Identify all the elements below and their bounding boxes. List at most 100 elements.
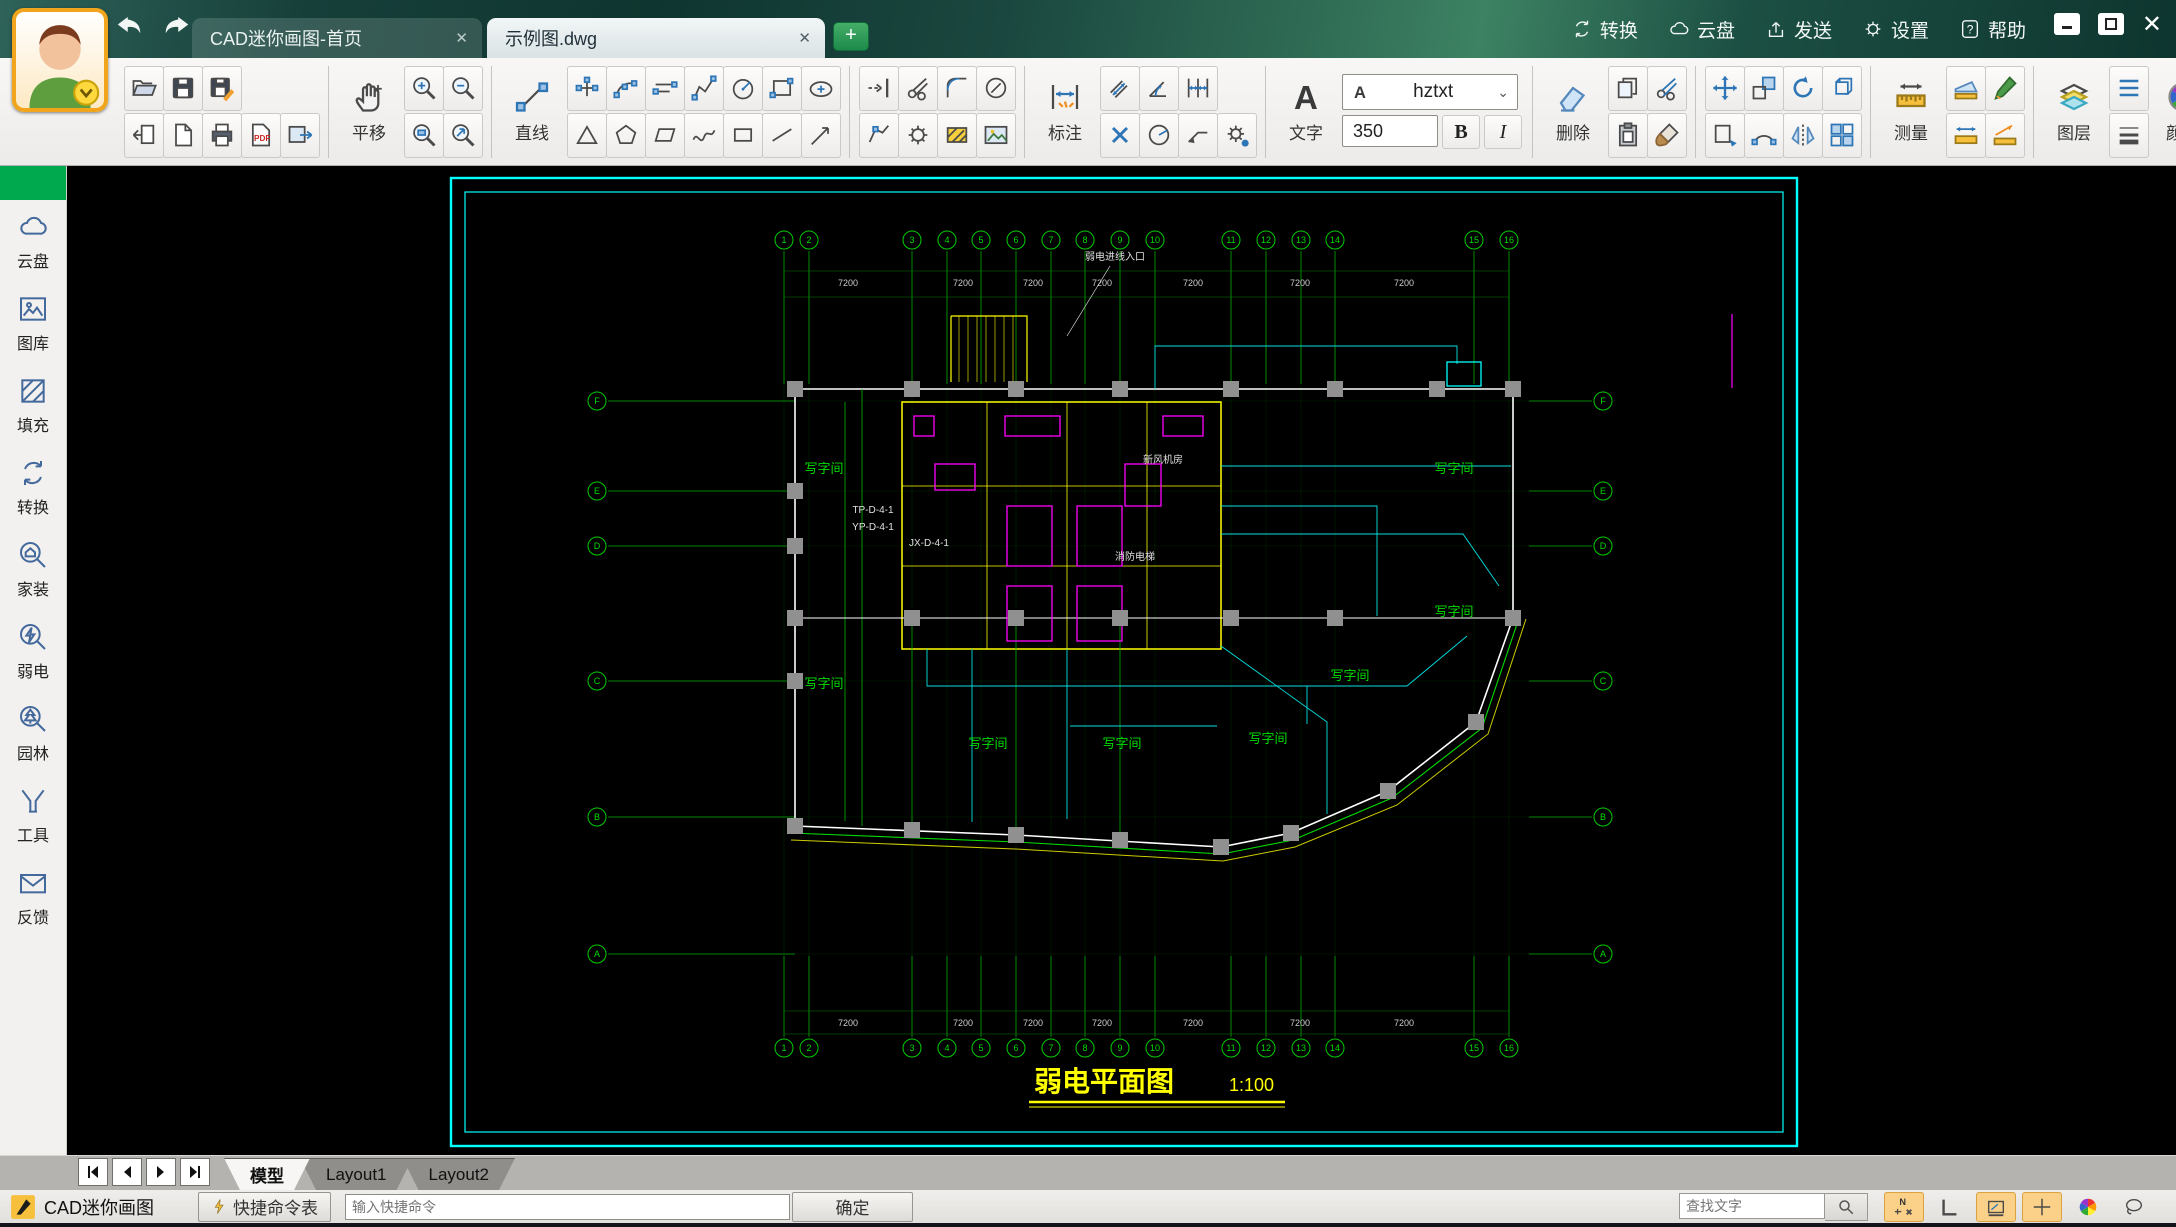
tool-erase-button[interactable]: 删除 bbox=[1542, 65, 1604, 159]
tool-cut-button[interactable] bbox=[1647, 66, 1687, 111]
tool-rect-plain-button[interactable] bbox=[723, 113, 763, 158]
tool-linetype-button[interactable] bbox=[2109, 66, 2149, 111]
tool-break-button[interactable] bbox=[976, 66, 1016, 111]
back-icon[interactable] bbox=[112, 12, 146, 42]
tool-circle-button[interactable] bbox=[723, 66, 763, 111]
search-text-input[interactable] bbox=[1679, 1193, 1825, 1219]
tool-format-brush-button[interactable] bbox=[1647, 113, 1687, 158]
menu-item-gear[interactable]: 设置 bbox=[1862, 16, 1929, 43]
command-input[interactable] bbox=[345, 1194, 790, 1220]
tool-dim-button[interactable]: 标注 bbox=[1034, 65, 1096, 159]
tool-mirror-3d-button[interactable] bbox=[1783, 113, 1823, 158]
tool-save-as-button[interactable] bbox=[202, 66, 242, 111]
tool-move-button[interactable] bbox=[1705, 66, 1745, 111]
last-sheet-icon[interactable] bbox=[180, 1158, 210, 1186]
tool-measure-length-button[interactable] bbox=[1946, 113, 1986, 158]
tool-zoom-out-button[interactable] bbox=[443, 66, 483, 111]
tab-home[interactable]: CAD迷你画图-首页 ✕ bbox=[192, 18, 482, 58]
shortcut-command-button[interactable]: 快捷命令表 bbox=[198, 1192, 331, 1222]
sheet-tab-0[interactable]: 模型 bbox=[224, 1158, 310, 1190]
sidebar-item-gallery[interactable]: 图库 bbox=[0, 282, 66, 364]
tool-polyline-button[interactable] bbox=[684, 66, 724, 111]
tool-dim-radius-button[interactable] bbox=[1139, 113, 1179, 158]
menu-item-help[interactable]: ?帮助 bbox=[1959, 16, 2026, 43]
tool-print-button[interactable] bbox=[202, 113, 242, 158]
tool-measure-button[interactable]: 测量 bbox=[1880, 65, 1942, 159]
tool-new-doc-button[interactable] bbox=[163, 113, 203, 158]
tool-fillet-button[interactable] bbox=[937, 66, 977, 111]
tool-zoom-extents-button[interactable] bbox=[443, 113, 483, 158]
tool-arc-edit-button[interactable] bbox=[1744, 113, 1784, 158]
tool-save-button[interactable] bbox=[163, 66, 203, 111]
font-family-select[interactable]: Ahztxt⌄ bbox=[1342, 74, 1518, 110]
tool-export-image-button[interactable] bbox=[280, 113, 320, 158]
sidebar-item-home-mag[interactable]: 家装 bbox=[0, 528, 66, 610]
tool-text-button[interactable]: A文字 bbox=[1275, 65, 1337, 159]
tool-copy-button[interactable] bbox=[1608, 66, 1648, 111]
tool-align-button[interactable] bbox=[1705, 113, 1745, 158]
tool-spline-button[interactable] bbox=[684, 113, 724, 158]
tool-color-wheel-button[interactable]: 颜色 bbox=[2152, 65, 2176, 159]
toggle-lasso[interactable] bbox=[2114, 1192, 2154, 1222]
tool-poly-edit-button[interactable] bbox=[859, 113, 899, 158]
tool-raster-image-button[interactable] bbox=[976, 113, 1016, 158]
tool-segment-button[interactable] bbox=[762, 113, 802, 158]
tool-line-button[interactable]: 直线 bbox=[501, 65, 563, 159]
tool-viewports-button[interactable] bbox=[1822, 113, 1862, 158]
tool-ray-button[interactable] bbox=[801, 113, 841, 158]
tool-trim-button[interactable] bbox=[898, 66, 938, 111]
forward-icon[interactable] bbox=[160, 12, 194, 42]
tool-layers-button[interactable]: 图层 bbox=[2043, 65, 2105, 159]
tool-prev-doc-button[interactable] bbox=[124, 113, 164, 158]
tool-measure-area-button[interactable] bbox=[1946, 66, 1986, 111]
toggle-wheel-toggle[interactable] bbox=[2068, 1192, 2108, 1222]
user-avatar[interactable] bbox=[12, 8, 108, 112]
tool-parallelogram-button[interactable] bbox=[645, 113, 685, 158]
new-tab-button[interactable]: + bbox=[833, 22, 869, 51]
tool-offset-button[interactable] bbox=[645, 66, 685, 111]
toggle-scale-toggle[interactable] bbox=[1976, 1192, 2016, 1222]
tool-scale-button[interactable] bbox=[1744, 66, 1784, 111]
tool-polygon-button[interactable] bbox=[606, 113, 646, 158]
tool-dim-aligned-button[interactable] bbox=[1100, 66, 1140, 111]
tool-extend-button[interactable] bbox=[859, 66, 899, 111]
first-sheet-icon[interactable] bbox=[78, 1158, 108, 1186]
next-sheet-icon[interactable] bbox=[146, 1158, 176, 1186]
sidebar-item-tree-mag[interactable]: 园林 bbox=[0, 692, 66, 774]
sidebar-item-tools[interactable]: 工具 bbox=[0, 774, 66, 856]
sidebar-item-convert[interactable]: 转换 bbox=[0, 446, 66, 528]
close-button[interactable]: ✕ bbox=[2142, 10, 2162, 38]
menu-item-cloud[interactable]: 云盘 bbox=[1668, 16, 1735, 43]
tool-zoom-in-button[interactable] bbox=[404, 66, 444, 111]
tool-box-3d-button[interactable] bbox=[1822, 66, 1862, 111]
sidebar-item-cloud[interactable]: 云盘 bbox=[0, 200, 66, 282]
tool-dim-style-button[interactable] bbox=[1217, 113, 1257, 158]
prev-sheet-icon[interactable] bbox=[112, 1158, 142, 1186]
drawing-canvas[interactable]: 1234567891011121314151612345678910111213… bbox=[67, 166, 2176, 1155]
tool-open-button[interactable] bbox=[124, 66, 164, 111]
tool-zoom-window-button[interactable] bbox=[404, 113, 444, 158]
tool-dim-delete-button[interactable] bbox=[1100, 113, 1140, 158]
tool-paste-button[interactable] bbox=[1608, 113, 1648, 158]
tab-drawing[interactable]: 示例图.dwg ✕ bbox=[487, 18, 825, 58]
tool-measure-mark-button[interactable] bbox=[1985, 66, 2025, 111]
toggle-crosshair[interactable] bbox=[2022, 1192, 2062, 1222]
italic-button[interactable]: I bbox=[1484, 115, 1522, 149]
tool-gear-button[interactable] bbox=[898, 113, 938, 158]
sidebar-item-hatch-fill[interactable]: 填充 bbox=[0, 364, 66, 446]
minimize-button[interactable] bbox=[2054, 13, 2080, 35]
tool-pan-button[interactable]: 平移 bbox=[338, 65, 400, 159]
sidebar-item-mail[interactable]: 反馈 bbox=[0, 856, 66, 938]
tool-dim-leader-button[interactable] bbox=[1178, 113, 1218, 158]
search-button[interactable] bbox=[1825, 1193, 1868, 1221]
bold-button[interactable]: B bbox=[1442, 115, 1480, 149]
sheet-tab-2[interactable]: Layout2 bbox=[403, 1158, 516, 1190]
tool-hatch-button[interactable] bbox=[937, 113, 977, 158]
menu-item-send[interactable]: 发送 bbox=[1765, 16, 1832, 43]
tab-home-close-icon[interactable]: ✕ bbox=[455, 29, 468, 47]
tool-ellipse-button[interactable] bbox=[801, 66, 841, 111]
cad-drawing[interactable]: 1234567891011121314151612345678910111213… bbox=[67, 166, 2176, 1155]
sheet-tab-1[interactable]: Layout1 bbox=[300, 1158, 413, 1190]
font-size-input[interactable]: 350 bbox=[1342, 115, 1438, 147]
toggle-ortho[interactable] bbox=[1930, 1192, 1970, 1222]
